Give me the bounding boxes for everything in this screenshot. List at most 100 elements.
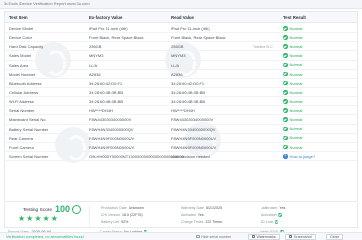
ex-factory-value-cell: F8WH4N9F000N0000UV: [89, 144, 135, 150]
table-row: Screen Serial Number G9LHH000Y90000NT1300…: [5, 152, 357, 162]
window-title: 3uTools iDevice Verification Report www.…: [4, 1, 90, 6]
read-value-cell: 34:28:60:4B:3B:BB: [171, 99, 206, 105]
read-value-cell: iPad Pro 11-inch (4th): [171, 26, 210, 31]
screenshot-button[interactable]: Screenshot: [285, 234, 316, 240]
status-normal: Normal: [283, 90, 302, 95]
table-row: Wi-Fi Address 34:28:60:4B:3B:BB 34:28:60:4…: [5, 97, 357, 107]
footer-bar: Verification completed, no abnormalities…: [0, 232, 362, 240]
activation-field: Activation: [261, 213, 282, 217]
test-item-cell: Sales Model: [9, 53, 32, 59]
verification-table: Test Item Ex-factory Value Read Value Te…: [4, 11, 358, 202]
ex-factory-value-cell: F8W44303034000000V: [89, 117, 132, 123]
check-icon: [283, 71, 288, 77]
close-button[interactable]: Close: [326, 234, 344, 240]
header-test-item: Test Item: [9, 15, 28, 20]
ex-factory-value-cell: G9LHH000Y90000NT130000000000000000000000…: [89, 153, 184, 159]
checkbox-box[interactable]: [196, 234, 200, 239]
read-value-cell: User decision needed: [171, 153, 210, 159]
ex-factory-value-cell: iPad Pro 11-inch (4th): [89, 26, 128, 31]
question-icon: ?: [283, 154, 288, 159]
test-item-cell: Cellular Address: [9, 89, 39, 95]
check-icon: [278, 213, 282, 217]
verification-message: Verification completed, no abnormalities…: [6, 234, 84, 239]
table-row: Cellular Address 34:28:60:4B:3B:BB 34:28:6…: [5, 88, 357, 98]
read-value-cell: MNYM3: [171, 53, 186, 59]
test-item-cell: Screen Serial Number: [9, 153, 49, 159]
check-icon: [283, 53, 288, 58]
ex-factory-value-cell: 34:28:60:4B:3B:BB: [89, 99, 124, 105]
status-normal: Normal: [283, 81, 302, 86]
status-normal: Normal: [283, 117, 302, 122]
read-value-cell: HW****DH4H: [171, 108, 195, 114]
test-item-cell: Device Color: [9, 35, 32, 41]
read-value-cell: Front Black, Rear Space Black: [171, 35, 226, 41]
check-icon: [283, 26, 288, 31]
test-item-cell: Bluetooth Address: [9, 80, 42, 86]
title-bar: 3uTools iDevice Verification Report www.…: [0, 0, 362, 9]
ex-factory-value-cell: MNYM3: [89, 53, 104, 59]
table-row: Model Number A2836 A2836 Normal: [5, 70, 357, 79]
check-icon: [283, 117, 288, 122]
table-row: Device Model iPad Pro 11-inch (4th) iPad P…: [5, 24, 357, 34]
check-icon: [283, 135, 288, 141]
read-value-cell: F8WH4N9F000N0000UV: [171, 144, 217, 150]
read-value-cell: F8WH4N9F000N0000UV: [171, 135, 217, 141]
header-read-value: Read Value: [171, 15, 194, 20]
testing-score-value: 100: [55, 204, 71, 214]
table-row: Hard Disk Capacity 256GB 256GB Toshiba SLC N…: [5, 42, 357, 52]
id-lock-field: ID Lock: [261, 220, 279, 224]
ios-version-field: iOS Version 18.5 (22F76): [101, 213, 143, 217]
warranty-date-field: Warranty Date 8/21/2025: [181, 206, 223, 210]
status-normal: Normal: [283, 135, 302, 140]
check-icon: [283, 80, 288, 86]
table-row: Sales Model MNYM3 MNYM3 Normal: [5, 51, 357, 61]
ex-factory-value-cell: Front Black, Rear Space Black: [89, 35, 144, 41]
status-normal: Normal: [283, 53, 302, 58]
read-value-cell: 34:28:60:42:D0:F1: [171, 80, 205, 86]
read-value-cell: F8WH4N3340000000QV: [171, 126, 216, 132]
test-item-cell: Battery Serial Number: [9, 126, 49, 132]
table-row: Bluetooth Address 34:28:60:42:D0:F1 34:28:…: [5, 79, 357, 88]
ex-factory-value-cell: HW****DH4H: [89, 108, 113, 114]
test-item-cell: Wi-Fi Address: [9, 99, 34, 105]
ex-factory-value-cell: F8WH4N3340000000QV: [89, 126, 134, 132]
read-value-cell: F8W44303034000000V: [171, 117, 214, 123]
ex-factory-value-cell: 256GB: [89, 44, 102, 50]
status-normal: Normal: [283, 126, 302, 131]
check-icon: [283, 44, 288, 49]
read-value-cell: LL/A: [171, 62, 180, 68]
status-normal: Normal: [283, 145, 302, 150]
how-to-judge-link[interactable]: ? How to judge?: [283, 154, 315, 159]
divider: [89, 206, 90, 227]
check-icon: [283, 62, 288, 68]
status-normal: Normal: [283, 72, 302, 77]
read-value-cell: A2836: [171, 71, 183, 77]
ex-factory-value-cell: 34:28:60:42:D0:F1: [89, 80, 123, 86]
test-item-cell: Front Camera: [9, 144, 34, 150]
status-normal: Normal: [283, 99, 302, 104]
status-normal: Normal: [283, 108, 302, 113]
hide-serial-checkbox[interactable]: Hide serial number: [196, 235, 231, 239]
summary-panel: Testing Score 100 ★★★★★ Production Date U…: [4, 203, 358, 228]
test-item-cell: Mainboard Serial No.: [9, 117, 47, 123]
table-row: Device Color Front Black, Rear Space Blac…: [5, 33, 357, 43]
watermarks-button[interactable]: Watermarks: [248, 234, 280, 240]
ex-factory-value-cell: A2836: [89, 71, 101, 77]
check-icon: [283, 99, 288, 104]
detail-note: Toshiba SLC: [253, 44, 273, 49]
table-body: Device Model iPad Pro 11-inch (4th) iPad P…: [5, 24, 357, 162]
rating-stars: ★★★★★: [18, 214, 59, 223]
ex-factory-value-cell: F8WH4N9F000N0000UV: [89, 135, 135, 141]
header-test-result: Test Result: [283, 15, 306, 20]
check-icon: [283, 90, 288, 95]
read-value-cell: 34:28:60:4B:3B:BB: [171, 89, 206, 95]
score-badge-icon: [72, 205, 81, 214]
table-row: Sales Area LL/A LL/A Normal: [5, 61, 357, 70]
table-row: Front Camera F8WH4N9F000N0000UV F8WH4N9F00…: [5, 143, 357, 152]
check-icon: [283, 126, 288, 132]
test-item-cell: Serial Number: [9, 108, 35, 114]
charge-times-field: Charge Times 222 Times: [181, 220, 222, 224]
status-normal: Normal: [283, 35, 302, 40]
testing-score-label: Testing Score: [23, 208, 53, 213]
table-row: Mainboard Serial No. F8W44303034000000V F8…: [5, 115, 357, 125]
